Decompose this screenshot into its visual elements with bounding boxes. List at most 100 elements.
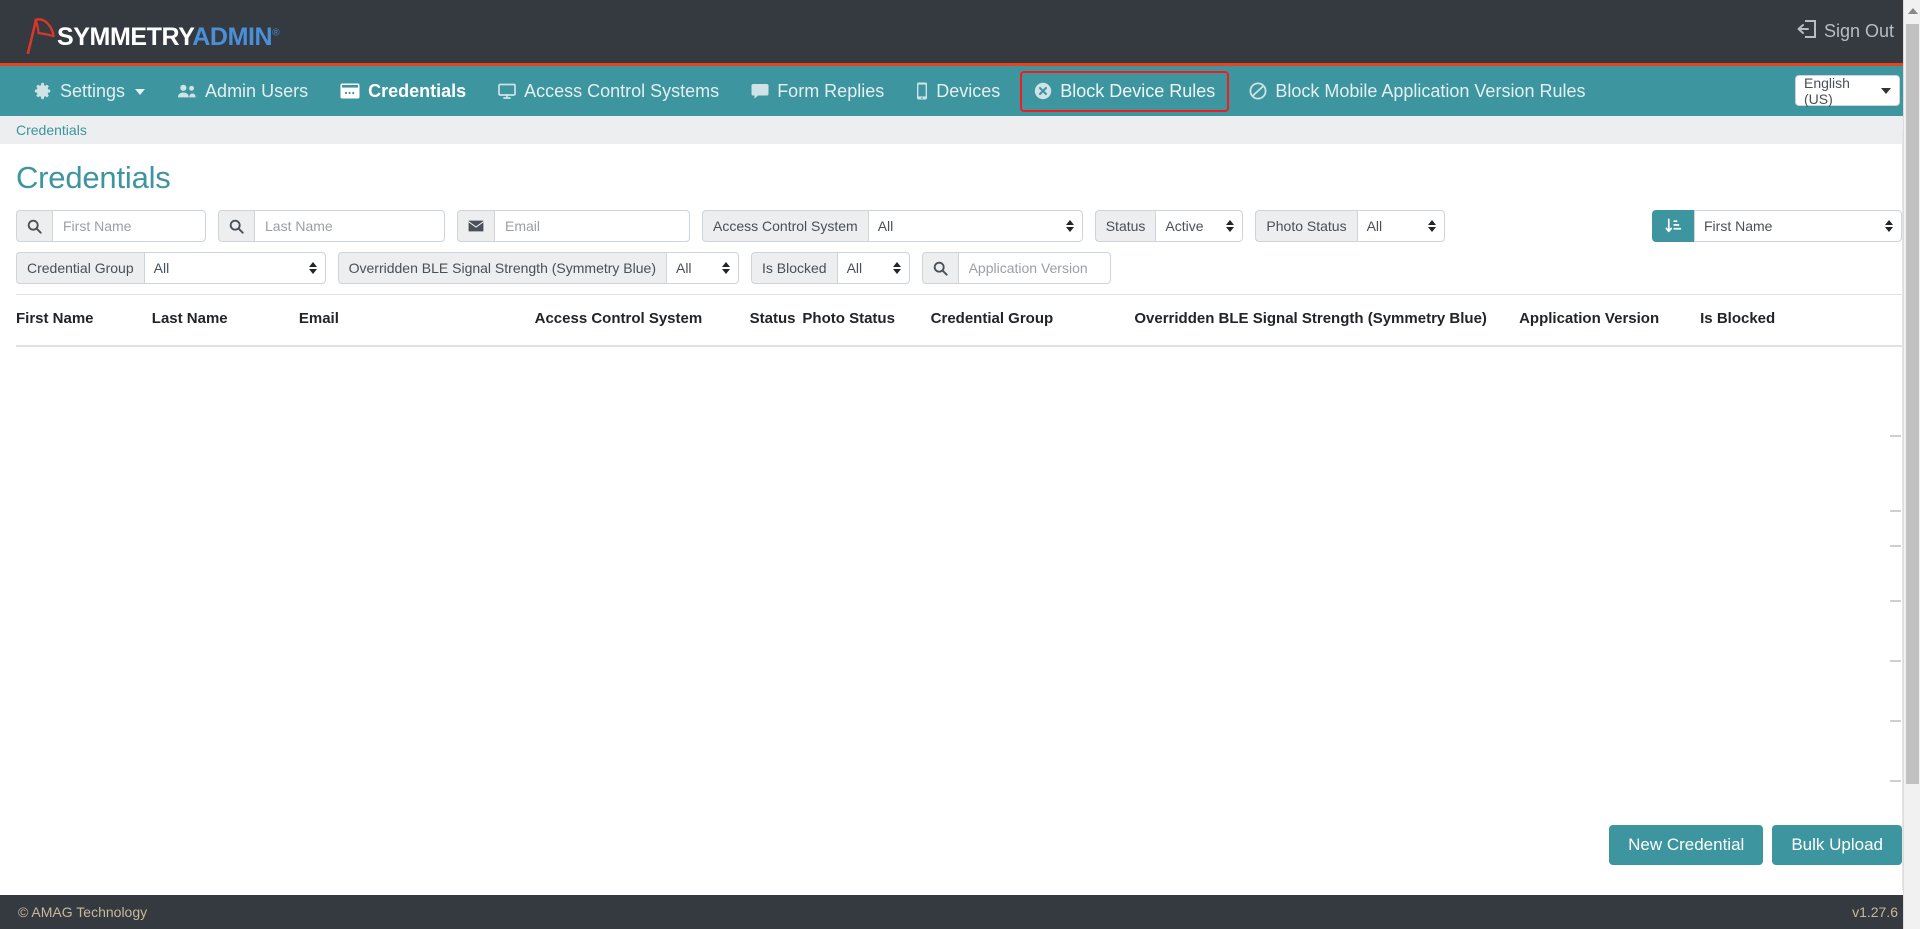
nav-item-settings[interactable]: Settings xyxy=(22,73,157,110)
column-header-access-control-system[interactable]: Access Control System xyxy=(534,295,750,348)
access-control-system-label: Access Control System xyxy=(702,210,868,242)
nav-item-devices[interactable]: Devices xyxy=(904,73,1012,110)
column-header-last-name[interactable]: Last Name xyxy=(151,295,299,348)
breadcrumb-item-credentials[interactable]: Credentials xyxy=(16,122,87,138)
ban-circle-icon xyxy=(1249,82,1267,100)
sort-updown-icon xyxy=(308,262,317,274)
chevron-down-icon xyxy=(135,89,146,95)
nav-item-access-control-systems[interactable]: Access Control Systems xyxy=(486,73,731,110)
comment-icon xyxy=(751,83,769,99)
sort-updown-icon xyxy=(1226,220,1235,232)
sign-out-icon xyxy=(1797,20,1817,43)
nav-item-form-replies[interactable]: Form Replies xyxy=(739,73,896,110)
id-card-icon xyxy=(340,83,360,99)
times-circle-icon xyxy=(1034,82,1052,100)
nav-item-label: Access Control Systems xyxy=(524,80,720,101)
users-icon xyxy=(177,83,197,99)
scrollbar-thumb[interactable] xyxy=(1906,24,1919,784)
column-header-status[interactable]: Status xyxy=(749,295,803,348)
search-icon xyxy=(16,210,52,242)
nav-item-block-mobile-application-version-rules[interactable]: Block Mobile Application Version Rules xyxy=(1237,73,1597,110)
language-select-value: English (US) xyxy=(1804,74,1850,107)
first-name-input[interactable] xyxy=(52,210,206,242)
nav-item-credentials[interactable]: Credentials xyxy=(328,73,478,110)
nav-item-block-device-rules[interactable]: Block Device Rules xyxy=(1020,70,1230,112)
brand-name-primary: SYMMETRY xyxy=(57,22,193,51)
sort-updown-icon xyxy=(1427,220,1436,232)
first-name-filter xyxy=(16,210,206,242)
mobile-icon xyxy=(916,82,928,100)
sign-out-button[interactable]: Sign Out xyxy=(1797,20,1894,43)
column-header-email[interactable]: Email xyxy=(298,295,535,348)
new-credential-button[interactable]: New Credential xyxy=(1609,825,1764,865)
status-filter: Status Active xyxy=(1094,210,1244,242)
is-blocked-label: Is Blocked xyxy=(750,252,837,284)
page-title: Credentials xyxy=(16,160,171,195)
table-empty-cell xyxy=(16,346,1902,726)
filter-row-primary: Access Control System All Status Active … xyxy=(16,210,1902,242)
credential-group-label: Credential Group xyxy=(16,252,144,284)
table-header: First Name Last Name Email Access Contro… xyxy=(16,295,1902,348)
status-value: Active xyxy=(1165,218,1204,234)
is-blocked-select[interactable]: All xyxy=(836,252,910,284)
bulk-upload-button[interactable]: Bulk Upload xyxy=(1772,825,1902,865)
photo-status-select[interactable]: All xyxy=(1356,210,1445,242)
desktop-icon xyxy=(498,83,516,99)
page-footer: © AMAG Technology v1.27.6 xyxy=(0,895,1920,929)
vertical-scrollbar[interactable] xyxy=(1903,0,1920,929)
credential-group-filter: Credential Group All xyxy=(16,252,326,284)
application-version-filter xyxy=(921,252,1111,284)
last-name-filter xyxy=(218,210,445,242)
gear-icon xyxy=(34,82,52,100)
credential-group-select[interactable]: All xyxy=(143,252,326,284)
search-icon xyxy=(218,210,254,242)
sort-amount-down-icon xyxy=(1652,210,1694,242)
column-header-is-blocked[interactable]: Is Blocked xyxy=(1700,295,1902,348)
column-header-application-version[interactable]: Application Version xyxy=(1519,295,1701,348)
column-header-photo-status[interactable]: Photo Status xyxy=(802,295,931,348)
sort-updown-icon xyxy=(721,262,730,274)
envelope-icon xyxy=(457,210,494,242)
ble-signal-strength-select[interactable]: All xyxy=(665,252,739,284)
table-header-row: First Name Last Name Email Access Contro… xyxy=(16,295,1902,348)
eagle-logo-icon xyxy=(22,14,56,54)
nav-item-label: Admin Users xyxy=(205,80,309,101)
nav-item-list: Settings Admin Users Credentials Access … xyxy=(22,70,1605,112)
column-header-ble-signal-strength[interactable]: Overridden BLE Signal Strength (Symmetry… xyxy=(1134,295,1520,348)
access-control-system-select[interactable]: All xyxy=(867,210,1083,242)
search-icon xyxy=(921,252,958,284)
nav-item-label: Devices xyxy=(936,80,1001,101)
status-select[interactable]: Active xyxy=(1155,210,1244,242)
table-body xyxy=(16,346,1902,726)
page-actions: New Credential Bulk Upload xyxy=(1609,825,1902,865)
footer-copyright: © AMAG Technology xyxy=(18,904,148,920)
credential-group-value: All xyxy=(153,260,170,276)
brand-name-secondary: ADMIN xyxy=(192,22,273,51)
ble-signal-strength-filter: Overridden BLE Signal Strength (Symmetry… xyxy=(337,252,739,284)
main-navigation: Settings Admin Users Credentials Access … xyxy=(0,66,1920,116)
column-header-credential-group[interactable]: Credential Group xyxy=(930,295,1135,348)
sort-value: First Name xyxy=(1704,218,1773,234)
brand-trademark: ® xyxy=(272,27,280,39)
email-input[interactable] xyxy=(494,210,690,242)
photo-status-value: All xyxy=(1366,218,1383,234)
sort-updown-icon xyxy=(892,262,901,274)
table-empty-row xyxy=(16,346,1902,726)
language-select[interactable]: English (US) xyxy=(1795,74,1900,107)
scroll-find-marks xyxy=(1887,0,1901,929)
ble-signal-strength-label: Overridden BLE Signal Strength (Symmetry… xyxy=(337,252,666,284)
nav-item-admin-users[interactable]: Admin Users xyxy=(165,73,320,110)
nav-item-label: Credentials xyxy=(368,80,467,101)
access-control-system-filter: Access Control System All xyxy=(702,210,1083,242)
sort-select[interactable]: First Name xyxy=(1694,210,1902,242)
brand-wordmark: SYMMETRYADMIN® xyxy=(57,22,280,51)
sign-out-label: Sign Out xyxy=(1823,21,1894,41)
brand-logo[interactable]: SYMMETRYADMIN® xyxy=(22,12,280,54)
email-filter xyxy=(457,210,690,242)
application-version-input[interactable] xyxy=(957,252,1111,284)
sort-updown-icon xyxy=(1065,220,1074,232)
scroll-up-arrow-icon[interactable] xyxy=(1908,8,1918,14)
column-header-first-name[interactable]: First Name xyxy=(16,295,152,348)
last-name-input[interactable] xyxy=(254,210,445,242)
breadcrumb: Credentials xyxy=(0,116,1920,144)
